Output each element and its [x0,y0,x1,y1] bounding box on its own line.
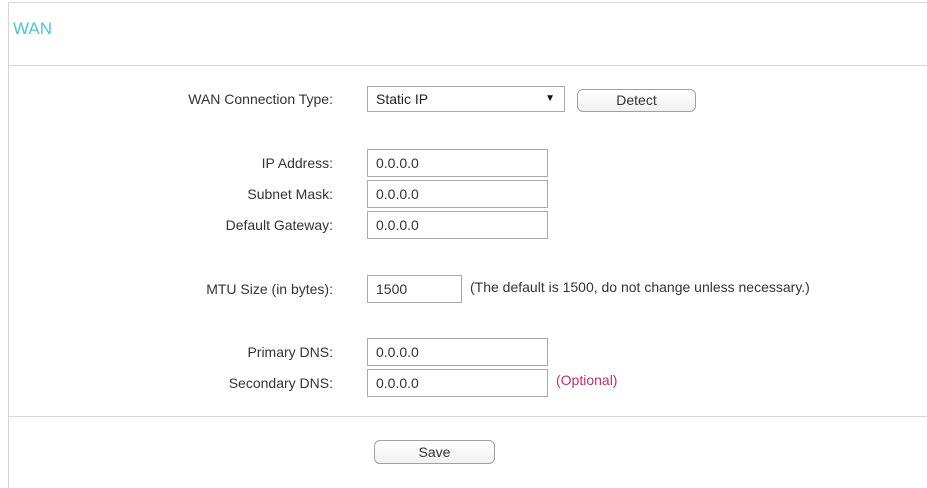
primary-dns-label: Primary DNS: [247,344,333,360]
panel-title: WAN [13,19,53,38]
mtu-field[interactable] [367,275,462,303]
connection-type-label: WAN Connection Type: [188,91,333,107]
subnet-mask-field[interactable] [367,180,548,208]
mtu-label: MTU Size (in bytes): [206,281,333,297]
primary-dns-field[interactable] [367,338,548,366]
connection-type-value: Static IP [376,91,429,107]
default-gateway-field[interactable] [367,211,548,239]
save-button[interactable]: Save [374,440,495,464]
triangle-down-icon: ▼ [545,93,555,104]
ip-address-field[interactable] [367,149,548,177]
wan-panel: WAN [8,2,927,488]
default-gateway-label: Default Gateway: [225,217,333,233]
optional-hint: (Optional) [556,372,618,388]
secondary-dns-label: Secondary DNS: [228,375,333,391]
connection-type-select[interactable]: Static IP ▼ [367,86,565,112]
header-divider [9,65,927,66]
subnet-mask-label: Subnet Mask: [247,186,333,202]
ip-address-label: IP Address: [261,155,333,171]
secondary-dns-field[interactable] [367,369,548,397]
detect-button[interactable]: Detect [577,89,696,112]
footer-divider [9,416,927,417]
mtu-hint: (The default is 1500, do not change unle… [470,279,810,295]
